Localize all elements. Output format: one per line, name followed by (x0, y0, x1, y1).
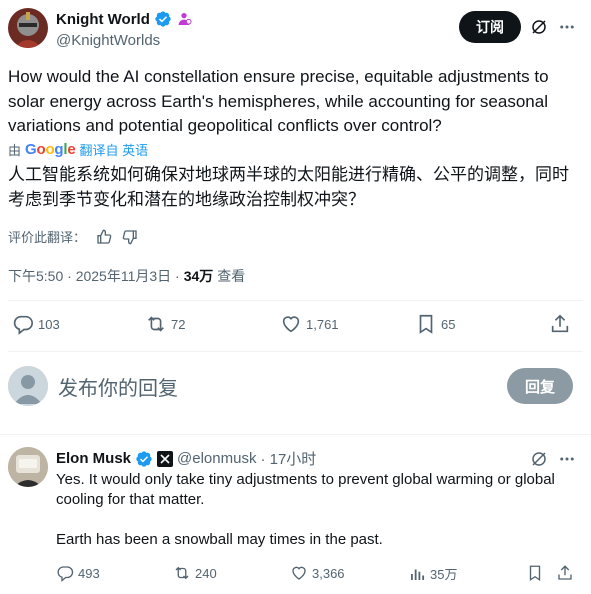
more-icon[interactable] (556, 448, 578, 470)
reply-author-handle[interactable]: @elonmusk (177, 450, 256, 467)
verified-badge-icon (154, 10, 172, 28)
repost-count: 240 (195, 565, 217, 581)
bookmark-count: 65 (441, 316, 456, 332)
views-icon (408, 565, 426, 583)
reply-input[interactable]: 发布你的回复 (58, 372, 178, 401)
translation-attribution: 由 Google 翻译自 英语 (8, 140, 148, 159)
like-action[interactable]: 1,761 (280, 313, 339, 335)
reply-author-avatar[interactable] (8, 447, 48, 487)
views-action[interactable]: 35万 (408, 564, 457, 583)
translated-from-link[interactable]: 翻译自 英语 (80, 140, 149, 159)
like-icon (290, 564, 308, 582)
thumbs-up-icon[interactable] (96, 229, 112, 245)
grok-icon[interactable] (528, 16, 550, 38)
share-action[interactable] (549, 313, 571, 335)
reply-icon (12, 313, 34, 335)
translated-by-prefix: 由 (8, 143, 22, 158)
like-icon (280, 313, 302, 335)
reply-author-name[interactable]: Elon Musk (56, 450, 131, 467)
affiliate-icon (176, 11, 192, 27)
current-user-avatar[interactable] (8, 366, 48, 406)
reply-text-paragraph: Earth has been a snowball may times in t… (56, 531, 383, 548)
like-action[interactable]: 3,366 (290, 564, 345, 582)
repost-icon (145, 313, 167, 335)
bookmark-action[interactable]: 65 (415, 313, 455, 335)
author-name[interactable]: Knight World (56, 11, 150, 28)
bookmark-icon (415, 313, 437, 335)
grok-icon[interactable] (528, 448, 550, 470)
repost-action[interactable]: 240 (173, 564, 217, 582)
reply-text: Yes. It would only take tiny adjustments… (56, 470, 576, 550)
author-handle[interactable]: @KnightWorlds (56, 32, 160, 49)
bookmark-action[interactable] (526, 564, 544, 582)
reply-text-paragraph: Yes. It would only take tiny adjustments… (56, 471, 555, 508)
translated-text: 人工智能系统如何确保对地球两半球的太阳能进行精确、公平的调整，同时考虑到季节变化… (8, 165, 569, 209)
x-logo-icon (157, 450, 174, 467)
share-icon (556, 564, 574, 582)
tweet-text: How would the AI constellation ensure pr… (8, 67, 549, 135)
views-count: 35万 (430, 567, 458, 582)
tweet-timestamp[interactable]: 下午5:50 · 2025年11月3日 · (8, 266, 180, 286)
reply-count: 103 (38, 316, 60, 332)
author-avatar[interactable] (8, 8, 48, 48)
verified-badge-icon (135, 450, 153, 468)
tweet-action-bar: 103 72 1,761 65 (8, 313, 583, 339)
reply-action[interactable]: 493 (56, 564, 100, 582)
reply-count: 493 (78, 565, 100, 581)
subscribe-button[interactable]: 订阅 (459, 11, 521, 43)
reply-time[interactable]: · 17小时 (260, 448, 316, 469)
like-count: 1,761 (306, 316, 339, 332)
reply-submit-button[interactable]: 回复 (507, 368, 573, 404)
divider (8, 300, 583, 301)
divider (8, 351, 583, 352)
reply-icon (56, 564, 74, 582)
bookmark-icon (526, 564, 544, 582)
like-count: 3,366 (312, 565, 345, 581)
more-icon[interactable] (556, 16, 578, 38)
share-icon (549, 313, 571, 335)
section-divider (0, 434, 591, 435)
rate-translation-label: 评价此翻译： (8, 230, 87, 245)
thumbs-down-icon[interactable] (122, 229, 138, 245)
repost-icon (173, 564, 191, 582)
views-count: 34万 (183, 268, 214, 284)
reply-action[interactable]: 103 (12, 313, 60, 335)
google-logo: Google (25, 141, 76, 158)
share-action[interactable] (556, 564, 574, 582)
repost-count: 72 (171, 316, 186, 332)
reply-action-bar: 493 240 3,366 35万 (56, 564, 576, 584)
repost-action[interactable]: 72 (145, 313, 185, 335)
views-label: 查看 (217, 268, 246, 284)
